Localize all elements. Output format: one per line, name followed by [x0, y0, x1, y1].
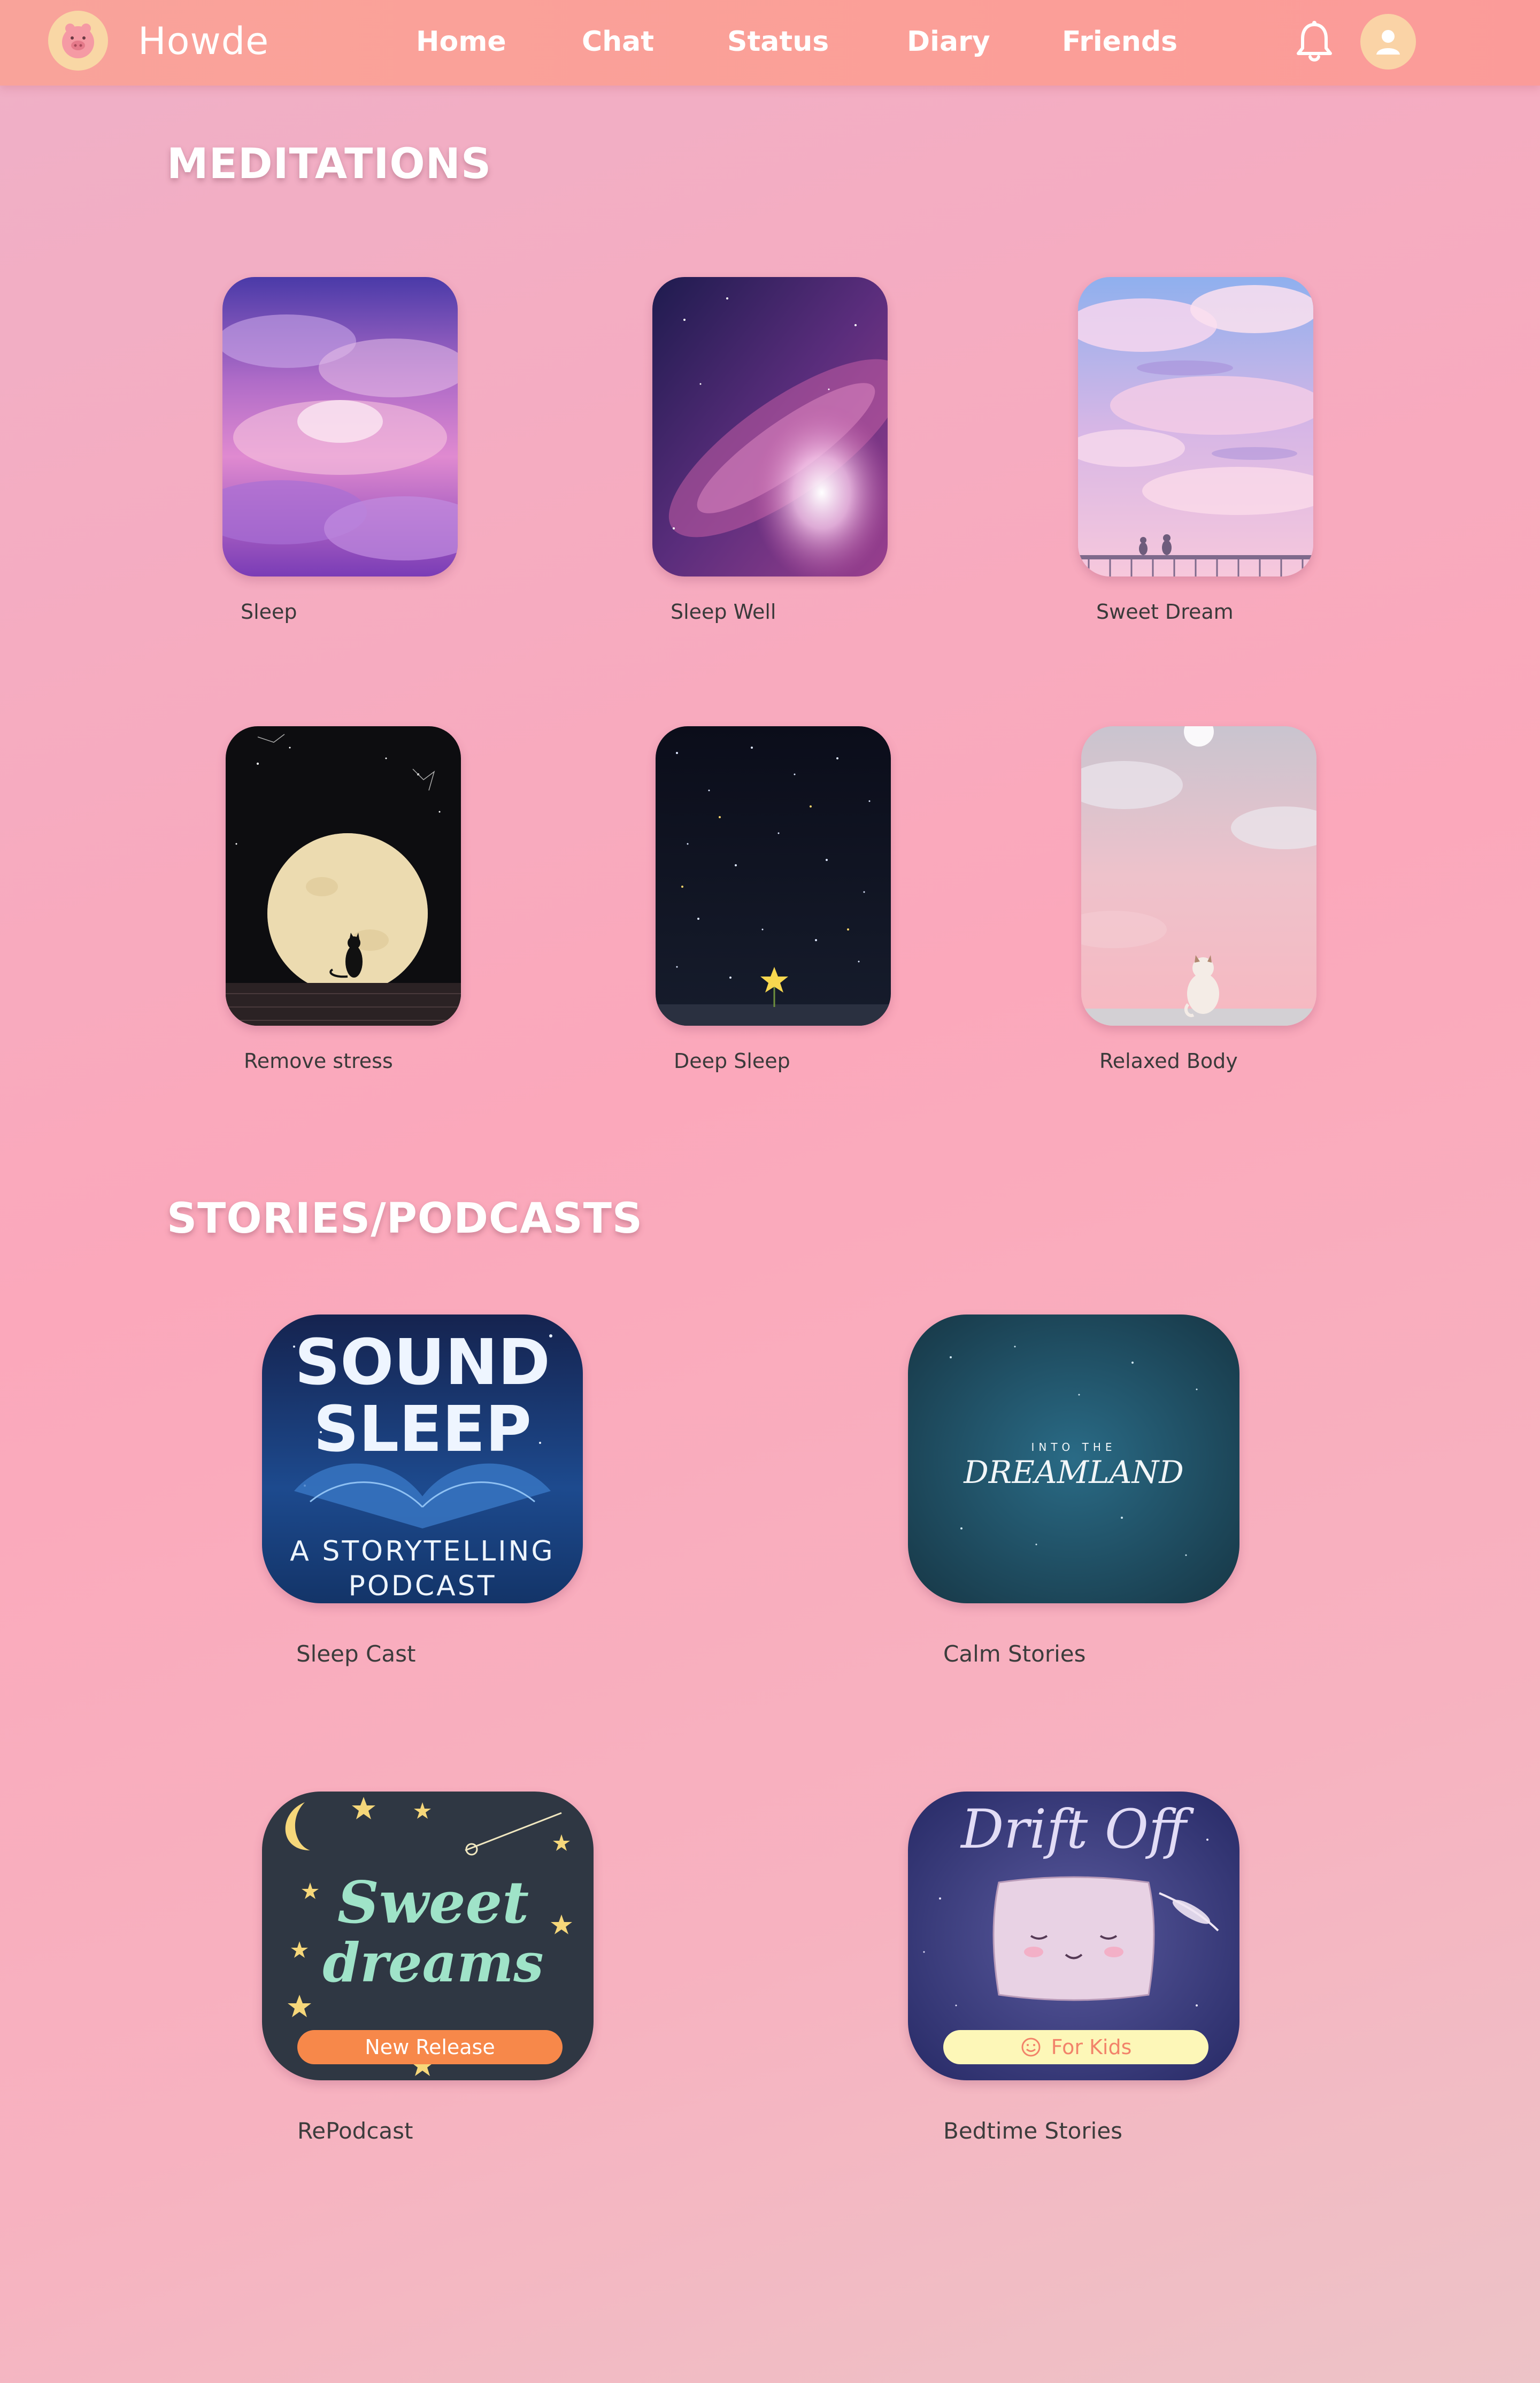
nav-diary[interactable]: Diary — [907, 26, 990, 58]
brand-name[interactable]: Howde — [138, 19, 269, 63]
user-avatar-icon[interactable] — [1360, 14, 1416, 70]
pig-logo-icon[interactable] — [48, 11, 108, 71]
top-navbar: Howde Home Chat Status Diary Friends — [0, 0, 1540, 86]
meditation-thumbnail[interactable] — [1081, 726, 1316, 1026]
podcast-label: Bedtime Stories — [943, 2118, 1123, 2144]
nav-friends[interactable]: Friends — [1062, 26, 1177, 58]
badge-label: For Kids — [1051, 2035, 1132, 2059]
podcast-art-title: Drift Off — [960, 1798, 1195, 1861]
meditation-thumbnail[interactable] — [1078, 277, 1313, 576]
podcast-label: Sleep Cast — [296, 1641, 416, 1667]
nav-home[interactable]: Home — [416, 26, 506, 58]
podcast-art-title-2: dreams — [322, 1931, 543, 1994]
new-release-badge: New Release — [297, 2030, 563, 2064]
nav-chat[interactable]: Chat — [582, 26, 654, 58]
meditation-label: Sleep — [241, 600, 297, 624]
meditation-label: Deep Sleep — [674, 1049, 790, 1073]
podcast-art-subtitle-2: PODCAST — [349, 1570, 497, 1602]
podcast-thumbnail[interactable]: SOUND SLEEP A STORYTELLING PODCAST — [262, 1315, 583, 1603]
meditation-thumbnail[interactable] — [656, 726, 891, 1026]
meditation-label: Sweet Dream — [1096, 600, 1234, 624]
for-kids-badge: For Kids — [943, 2030, 1208, 2064]
meditation-label: Sleep Well — [671, 600, 776, 624]
meditations-heading: MEDITATIONS — [167, 140, 492, 188]
podcast-art-subtitle: INTO THE — [1031, 1441, 1116, 1454]
meditation-label: Remove stress — [244, 1049, 393, 1073]
podcast-art-title-2: SLEEP — [313, 1392, 532, 1466]
podcast-art-title: DREAMLAND — [963, 1454, 1183, 1490]
podcast-art-title-1: SOUND — [295, 1325, 550, 1399]
meditation-thumbnail[interactable] — [226, 726, 461, 1026]
smiley-icon — [1020, 2036, 1042, 2058]
bell-icon[interactable] — [1292, 19, 1337, 64]
podcasts-heading: STORIES/PODCASTS — [167, 1195, 643, 1243]
podcast-label: RePodcast — [297, 2118, 413, 2144]
meditation-thumbnail[interactable] — [652, 277, 888, 576]
meditation-thumbnail[interactable] — [222, 277, 458, 576]
podcast-thumbnail[interactable]: INTO THE DREAMLAND — [908, 1315, 1239, 1603]
podcast-label: Calm Stories — [943, 1641, 1086, 1667]
podcast-art-subtitle-1: A STORYTELLING — [290, 1535, 555, 1567]
podcast-art-title-1: Sweet — [337, 1869, 529, 1936]
nav-status[interactable]: Status — [727, 26, 829, 58]
meditation-label: Relaxed Body — [1099, 1049, 1238, 1073]
